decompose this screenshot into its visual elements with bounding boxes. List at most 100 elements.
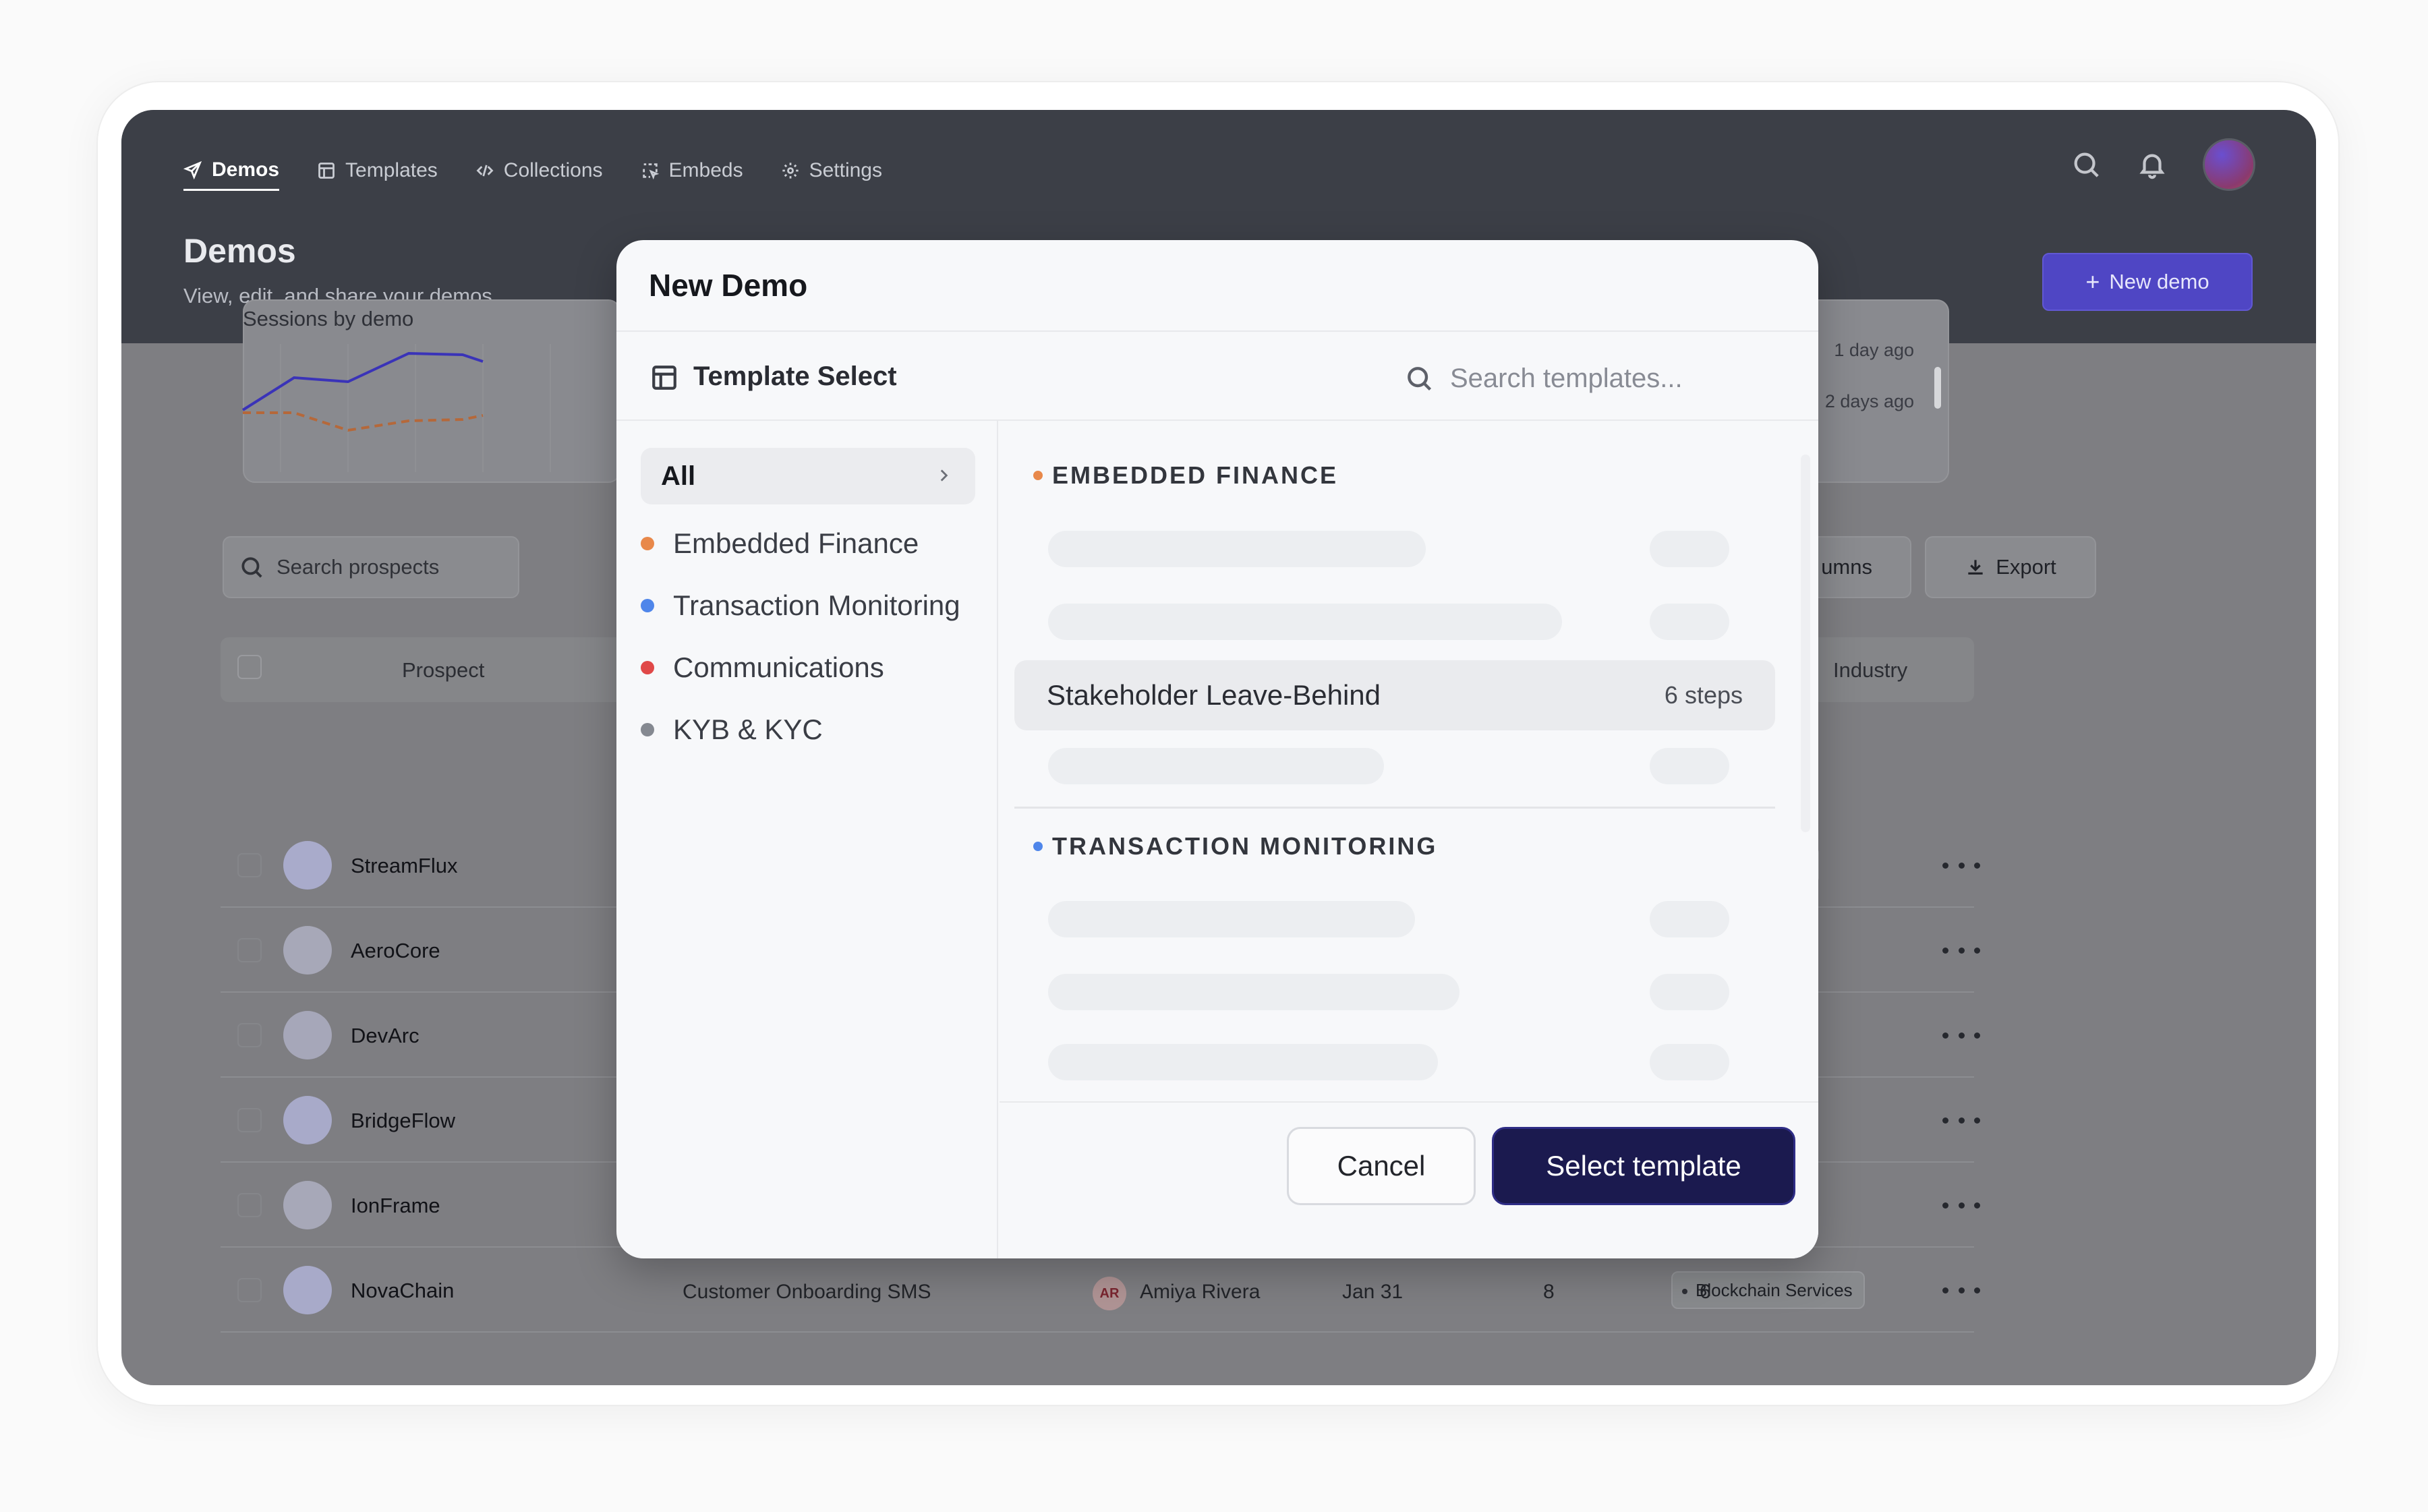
category-all[interactable]: All <box>641 448 975 504</box>
prospect-name[interactable]: AeroCore <box>351 939 440 963</box>
template-skeleton <box>1048 531 1426 567</box>
header-prospect: Prospect <box>402 658 485 682</box>
main-nav: Demos Templates Collections Embeds Setti… <box>183 150 882 198</box>
row-more-icon[interactable] <box>1942 1277 1980 1304</box>
row-checkbox[interactable] <box>237 938 262 962</box>
template-select-label: Template Select <box>693 361 897 391</box>
prospect-avatar <box>283 1096 332 1144</box>
row-more-icon[interactable] <box>1942 852 1980 879</box>
search-icon <box>1408 367 1432 391</box>
row-checkbox[interactable] <box>237 853 262 877</box>
category-label: Communications <box>673 651 884 683</box>
category-list: All Embedded Finance Transaction Monitor… <box>616 421 998 1258</box>
category-embedded-finance[interactable]: Embedded Finance <box>641 527 919 560</box>
row-more-icon[interactable] <box>1942 1022 1980 1049</box>
template-skeleton <box>1048 1044 1438 1080</box>
nav-label: Settings <box>809 159 882 181</box>
category-dot <box>641 599 654 612</box>
search-icon[interactable] <box>2071 149 2102 180</box>
row-more-icon[interactable] <box>1942 937 1980 964</box>
header-industry: Industry <box>1833 658 1908 682</box>
prospect-name[interactable]: IonFrame <box>351 1194 440 1218</box>
category-transaction-monitoring[interactable]: Transaction Monitoring <box>641 589 960 622</box>
template-list: EMBEDDED FINANCE Stakeholder Leave-Behin… <box>1000 421 1818 1258</box>
nav-demos[interactable]: Demos <box>183 150 280 191</box>
prospect-name[interactable]: DevArc <box>351 1024 420 1048</box>
modal-footer: Cancel Select template <box>1000 1101 1818 1258</box>
nav-label: Embeds <box>668 159 743 181</box>
bell-icon[interactable] <box>2137 149 2168 180</box>
select-all-checkbox[interactable] <box>237 655 262 679</box>
template-skeleton <box>1048 604 1562 640</box>
nav-label: Templates <box>345 159 438 181</box>
nav-settings[interactable]: Settings <box>781 150 882 191</box>
template-skeleton <box>1048 974 1459 1010</box>
group-dot <box>1033 842 1043 851</box>
prospect-avatar <box>283 841 332 890</box>
select-template-button[interactable]: Select template <box>1492 1127 1795 1205</box>
row-checkbox[interactable] <box>237 1023 262 1047</box>
prospect-name[interactable]: BridgeFlow <box>351 1109 455 1133</box>
nav-collections[interactable]: Collections <box>475 150 603 191</box>
nav-templates[interactable]: Templates <box>317 150 438 191</box>
row-checkbox[interactable] <box>237 1108 262 1132</box>
gear-icon <box>782 163 799 179</box>
row-date: Jan 31 <box>1342 1281 1404 1303</box>
nav-embeds[interactable]: Embeds <box>641 150 743 191</box>
code-icon <box>476 165 494 177</box>
group-heading-label: EMBEDDED FINANCE <box>1052 461 1339 489</box>
search-placeholder: Search prospects <box>277 555 440 579</box>
chevron-right-icon <box>940 469 948 482</box>
category-label: Embedded Finance <box>673 527 919 559</box>
template-skeleton <box>1650 1044 1729 1080</box>
recent-time: 1 day ago <box>1834 340 1914 360</box>
recent-time: 2 days ago <box>1824 391 1914 411</box>
owner-avatar: AR <box>1093 1277 1126 1310</box>
template-name: Stakeholder Leave-Behind <box>1047 679 1381 711</box>
row-more-icon[interactable] <box>1942 1192 1980 1219</box>
category-label: KYB & KYC <box>673 714 823 745</box>
category-label: Transaction Monitoring <box>673 589 960 621</box>
template-skeleton <box>1650 604 1729 640</box>
template-search-input[interactable]: Search templates... <box>1404 355 1795 402</box>
prospect-avatar <box>283 1011 332 1059</box>
row-checkbox[interactable] <box>237 1193 262 1217</box>
template-list-scrollbar[interactable] <box>1801 455 1810 832</box>
prospect-avatar <box>283 1266 332 1314</box>
row-checkbox[interactable] <box>237 1278 262 1302</box>
template-skeleton <box>1650 901 1729 937</box>
template-icon <box>652 366 676 390</box>
modal-header: New Demo <box>616 240 1818 332</box>
template-search-placeholder: Search templates... <box>1450 363 1683 393</box>
prospect-name[interactable]: StreamFlux <box>351 854 457 878</box>
embed-icon <box>642 163 659 180</box>
category-communications[interactable]: Communications <box>641 651 884 684</box>
category-kyb-kyc[interactable]: KYB & KYC <box>641 714 823 746</box>
nav-label: Collections <box>503 159 603 181</box>
template-item-stakeholder-leave-behind[interactable]: Stakeholder Leave-Behind 6 steps <box>1014 660 1775 730</box>
columns-label: umns <box>1821 555 1872 579</box>
download-icon <box>1968 560 1983 575</box>
prospect-name[interactable]: NovaChain <box>351 1279 454 1303</box>
prospect-search-input[interactable]: Search prospects <box>223 536 519 598</box>
sessions-card-title: Sessions by demo <box>243 307 414 330</box>
recent-scrollbar[interactable] <box>1934 367 1941 409</box>
new-demo-button[interactable]: + New demo <box>2042 253 2253 311</box>
user-avatar[interactable] <box>2203 138 2255 191</box>
template-skeleton <box>1650 748 1729 784</box>
prospect-avatar <box>283 926 332 975</box>
new-demo-modal: New Demo Template Select Search template… <box>616 240 1818 1258</box>
top-actions <box>2071 138 2255 191</box>
group-heading-embedded-finance: EMBEDDED FINANCE <box>1033 461 1338 490</box>
export-button[interactable]: Export <box>1925 536 2096 598</box>
sessions-chart <box>241 344 551 472</box>
template-skeleton <box>1048 748 1384 784</box>
row-metric-a: 8 <box>1543 1281 1555 1303</box>
row-owner: Amiya Rivera <box>1140 1281 1261 1303</box>
row-more-icon[interactable] <box>1942 1107 1980 1134</box>
sessions-line-secondary <box>243 411 484 432</box>
template-icon <box>318 163 335 179</box>
cancel-button[interactable]: Cancel <box>1287 1127 1476 1205</box>
group-heading-transaction-monitoring: TRANSACTION MONITORING <box>1033 832 1437 861</box>
group-divider <box>1014 807 1775 809</box>
